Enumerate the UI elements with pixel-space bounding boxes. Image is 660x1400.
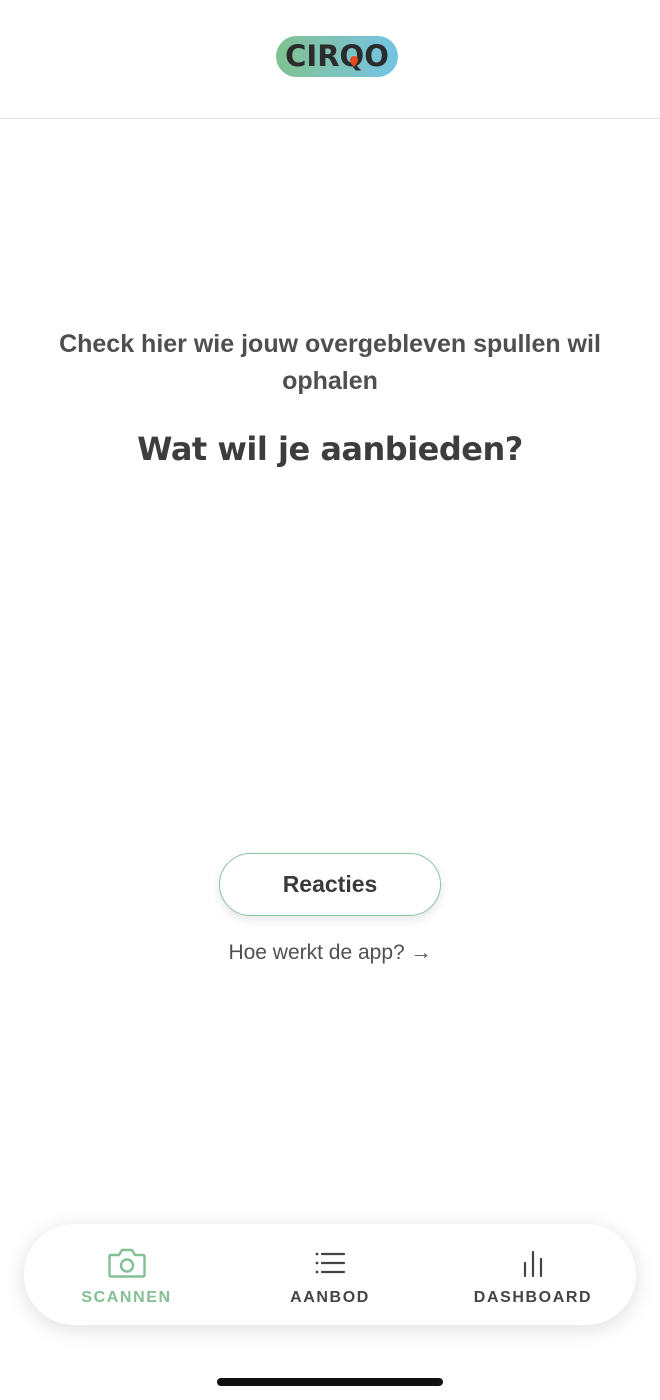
- bar-chart-icon: [523, 1250, 543, 1278]
- page-title: Wat wil je aanbieden?: [137, 430, 523, 468]
- nav-item-dashboard[interactable]: DASHBOARD: [460, 1224, 606, 1325]
- location-pin-icon: [350, 56, 358, 67]
- bottom-navigation: SCANNEN AANBOD DASHBOARD: [24, 1224, 636, 1325]
- home-indicator[interactable]: [217, 1378, 443, 1386]
- nav-item-aanbod[interactable]: AANBOD: [260, 1224, 400, 1325]
- how-it-works-link[interactable]: Hoe werkt de app? →: [130, 938, 530, 968]
- nav-item-scannen[interactable]: SCANNEN: [54, 1224, 199, 1325]
- nav-label-aanbod: AANBOD: [290, 1289, 370, 1306]
- list-icon: [315, 1252, 346, 1274]
- intro-subtitle: Check hier wie jouw overgebleven spullen…: [59, 330, 601, 395]
- camera-icon: [107, 1248, 146, 1278]
- app-screen: CIRQO Check hier wie jouw overgebleven s…: [0, 0, 660, 1400]
- reacties-button[interactable]: Reacties: [219, 853, 441, 916]
- logo-wordmark: CIRQO: [285, 39, 389, 73]
- cirqo-logo[interactable]: CIRQO: [276, 36, 398, 77]
- nav-label-scannen: SCANNEN: [81, 1289, 172, 1306]
- nav-label-dashboard: DASHBOARD: [473, 1289, 593, 1306]
- top-header: CIRQO: [0, 0, 660, 119]
